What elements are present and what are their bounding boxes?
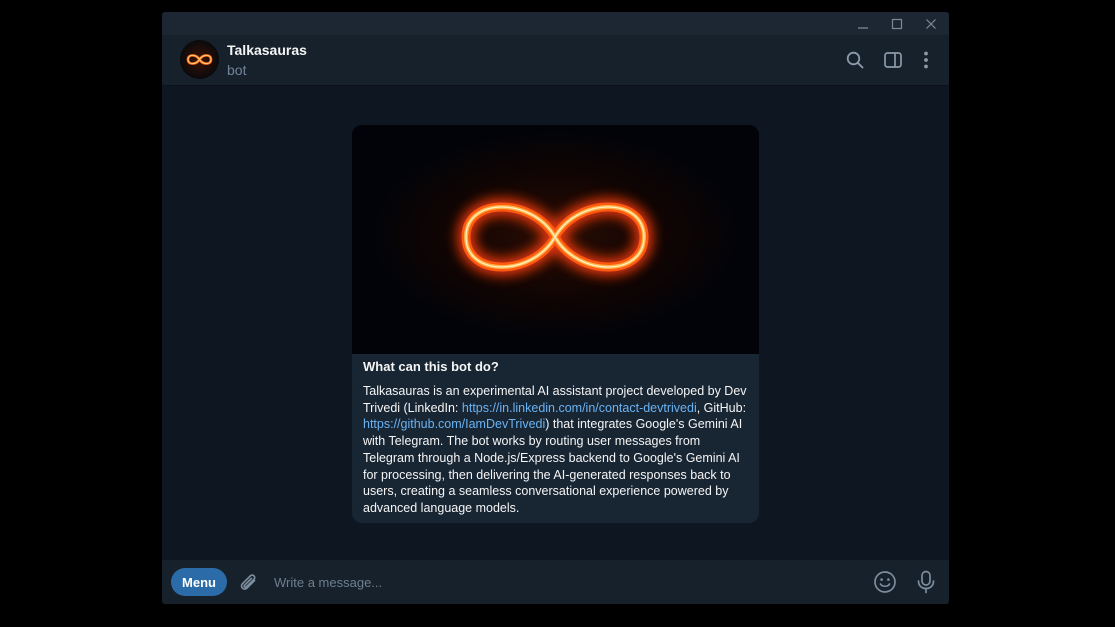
bot-intro-text: , GitHub: <box>696 400 747 415</box>
bot-intro-card: What can this bot do? Talkasauras is an … <box>352 125 759 523</box>
maximize-button[interactable] <box>880 12 914 35</box>
more-vertical-icon <box>924 51 928 69</box>
minimize-icon <box>858 26 868 29</box>
search-icon <box>846 51 864 69</box>
more-options-button[interactable] <box>914 48 938 72</box>
microphone-icon <box>917 570 935 594</box>
bot-intro-title: What can this bot do? <box>363 359 499 374</box>
close-icon <box>926 18 936 29</box>
minimize-button[interactable] <box>846 12 880 35</box>
sidebar-toggle-icon <box>884 52 902 68</box>
telegram-window: Talkasauras bot What can this bot do? Ta… <box>162 12 949 604</box>
emoji-icon <box>874 571 896 593</box>
github-link[interactable]: https://github.com/IamDevTrivedi <box>363 417 545 431</box>
maximize-icon <box>891 18 903 29</box>
avatar[interactable] <box>180 40 219 79</box>
linkedin-link[interactable]: https://in.linkedin.com/in/contact-devtr… <box>462 401 697 415</box>
bot-intro-description: Talkasauras is an experimental AI assist… <box>363 383 751 517</box>
bot-intro-text: ) that integrates Google's Gemini AI wit… <box>363 417 743 515</box>
message-composer: Menu <box>162 560 949 604</box>
emoji-button[interactable] <box>872 569 898 595</box>
voice-message-button[interactable] <box>914 569 938 595</box>
chat-status: bot <box>227 62 247 78</box>
bot-intro-image <box>352 125 759 354</box>
infinity-fire-illustration <box>352 125 759 354</box>
attach-icon <box>240 574 256 590</box>
infinity-fire-logo <box>180 40 219 79</box>
title-bar <box>162 12 949 35</box>
sidebar-toggle-button[interactable] <box>881 48 905 72</box>
chat-header[interactable]: Talkasauras bot <box>162 35 949 86</box>
chat-title[interactable]: Talkasauras <box>227 42 307 58</box>
attach-button[interactable] <box>236 570 260 594</box>
bot-menu-button[interactable]: Menu <box>171 568 227 596</box>
search-button[interactable] <box>843 48 867 72</box>
message-input[interactable] <box>270 571 868 593</box>
close-button[interactable] <box>914 12 948 35</box>
